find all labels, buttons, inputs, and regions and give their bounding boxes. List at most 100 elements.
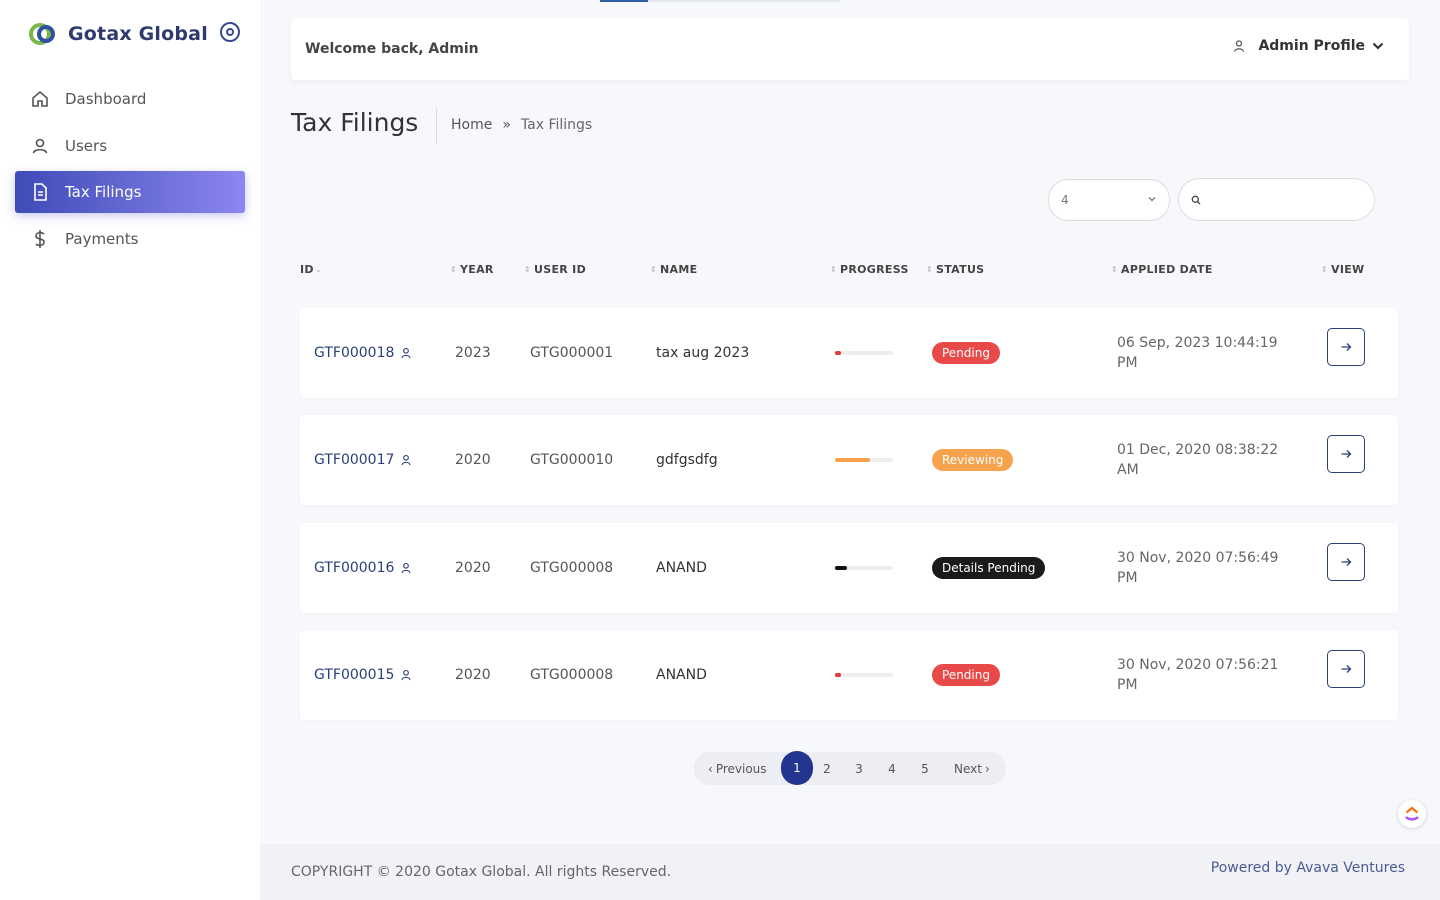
name-cell: ANAND [656, 560, 707, 576]
pagination-page-3[interactable]: 3 [853, 752, 865, 785]
sidebar-item-label: Payments [65, 229, 139, 248]
user-id-cell: GTG000001 [530, 345, 614, 361]
top-progress-line [600, 0, 840, 2]
applied-date-cell: 30 Nov, 2020 07:56:49 PM [1117, 550, 1279, 586]
column-header-year[interactable]: ⇕ YEAR [450, 263, 494, 276]
search-icon [1191, 195, 1201, 205]
chevron-left-icon: ‹ [708, 761, 713, 776]
status-cell: Details Pending [932, 523, 1046, 613]
search-input[interactable] [1209, 192, 1369, 207]
user-icon [400, 347, 412, 359]
sidebar-item-payments[interactable]: Payments [15, 218, 245, 260]
main-content: Welcome back, Admin Admin Profile Tax Fi… [260, 0, 1440, 900]
column-header-view[interactable]: ⇕ VIEW [1321, 263, 1364, 276]
search-box[interactable] [1178, 178, 1375, 221]
pagination-page-5[interactable]: 5 [919, 752, 931, 785]
dollar-icon [30, 229, 50, 249]
user-id-cell: GTG000008 [530, 560, 614, 576]
chat-widget-icon[interactable] [1398, 800, 1426, 828]
user-icon [400, 454, 412, 466]
top-header: Welcome back, Admin Admin Profile [291, 18, 1409, 80]
pagination-next[interactable]: Next › [954, 752, 990, 785]
year-cell: 2020 [455, 452, 491, 468]
name-cell: tax aug 2023 [656, 345, 750, 361]
per-page-select[interactable]: 4 [1048, 179, 1170, 221]
user-icon [1232, 39, 1246, 53]
column-header-status[interactable]: ⇕ STATUS [926, 263, 984, 276]
sidebar: Gotax Global Dashboard Users Tax Filings [0, 0, 260, 900]
filing-id-link[interactable]: GTF000018 [314, 308, 412, 398]
view-button[interactable] [1327, 435, 1365, 473]
status-badge: Reviewing [932, 449, 1014, 471]
sidebar-item-users[interactable]: Users [15, 125, 245, 167]
year-cell: 2023 [455, 345, 491, 361]
user-id-cell: GTG000008 [530, 667, 614, 683]
table-header: ID ⌄ ⇕ YEAR ⇕ USER ID ⇕ NAME ⇕ PROGRESS ⇕ STAT… [300, 263, 1400, 281]
column-header-id[interactable]: ID ⌄ [300, 263, 325, 276]
year-cell: 2020 [455, 667, 491, 683]
sort-icon: ⇕ [1321, 265, 1329, 274]
view-button[interactable] [1327, 650, 1365, 688]
name-cell: ANAND [656, 667, 707, 683]
admin-profile-dropdown[interactable]: Admin Profile [1232, 38, 1385, 54]
arrow-right-icon [1340, 341, 1352, 353]
sidebar-toggle-icon[interactable] [220, 22, 240, 42]
arrow-right-icon [1340, 448, 1352, 460]
copyright-text: COPYRIGHT © 2020 Gotax Global. All right… [291, 864, 672, 880]
progress-cell [835, 415, 893, 505]
per-page-value: 4 [1061, 193, 1069, 207]
progress-cell [835, 523, 893, 613]
progress-bar [835, 458, 893, 462]
progress-fill [835, 458, 870, 462]
sort-icon: ⇕ [926, 265, 934, 274]
applied-date-cell: 01 Dec, 2020 08:38:22 AM [1117, 442, 1279, 478]
filing-id-link[interactable]: GTF000017 [314, 415, 412, 505]
sidebar-item-label: Dashboard [65, 90, 147, 108]
user-icon [400, 562, 412, 574]
applied-date-cell: 06 Sep, 2023 10:44:19 PM [1117, 335, 1278, 371]
status-badge: Pending [932, 342, 1000, 364]
sort-icon: ⇕ [1111, 265, 1119, 274]
sidebar-item-tax-filings[interactable]: Tax Filings [15, 171, 245, 213]
table-row: GTF000018 2023 GTG000001 tax aug 2023 Pe… [300, 308, 1398, 398]
arrow-right-icon [1340, 663, 1352, 675]
table-row: GTF000016 2020 GTG000008 ANAND Details P… [300, 523, 1398, 613]
breadcrumb-home[interactable]: Home [451, 117, 492, 133]
sidebar-item-dashboard[interactable]: Dashboard [15, 78, 245, 120]
sidebar-item-label: Users [65, 136, 108, 155]
arrow-right-icon [1340, 556, 1352, 568]
column-header-progress[interactable]: ⇕ PROGRESS [830, 263, 909, 276]
sort-icon: ⇕ [830, 265, 838, 274]
progress-fill [835, 566, 847, 570]
brand[interactable]: Gotax Global [28, 18, 208, 50]
column-header-applied-date[interactable]: ⇕ APPLIED DATE [1111, 263, 1213, 276]
column-header-user-id[interactable]: ⇕ USER ID [524, 263, 586, 276]
table-row: GTF000017 2020 GTG000010 gdfgsdfg Review… [300, 415, 1398, 505]
home-icon [30, 89, 50, 109]
welcome-text: Welcome back, Admin [305, 41, 479, 57]
pagination-previous[interactable]: ‹ Previous [708, 752, 767, 785]
pagination-page-2[interactable]: 2 [821, 752, 833, 785]
column-header-name[interactable]: ⇕ NAME [650, 263, 697, 276]
chevron-down-icon [1371, 39, 1385, 53]
progress-fill [835, 673, 841, 677]
view-button[interactable] [1327, 328, 1365, 366]
view-button[interactable] [1327, 543, 1365, 581]
profile-label: Admin Profile [1258, 38, 1365, 54]
progress-fill [835, 351, 841, 355]
chevron-right-icon: › [984, 761, 990, 776]
status-badge: Pending [932, 664, 1000, 686]
user-id-cell: GTG000010 [530, 452, 614, 468]
footer: COPYRIGHT © 2020 Gotax Global. All right… [260, 844, 1440, 900]
page-title: Tax Filings [291, 108, 419, 137]
filing-id-link[interactable]: GTF000016 [314, 523, 412, 613]
status-badge: Details Pending [932, 557, 1046, 579]
powered-by-link[interactable]: Powered by Avava Ventures [1211, 860, 1405, 876]
progress-bar [835, 351, 893, 355]
name-cell: gdfgsdfg [656, 452, 718, 468]
document-icon [30, 182, 50, 202]
status-cell: Reviewing [932, 415, 1014, 505]
pagination-page-1[interactable]: 1 [781, 751, 813, 785]
filing-id-link[interactable]: GTF000015 [314, 630, 412, 720]
pagination-page-4[interactable]: 4 [886, 752, 898, 785]
